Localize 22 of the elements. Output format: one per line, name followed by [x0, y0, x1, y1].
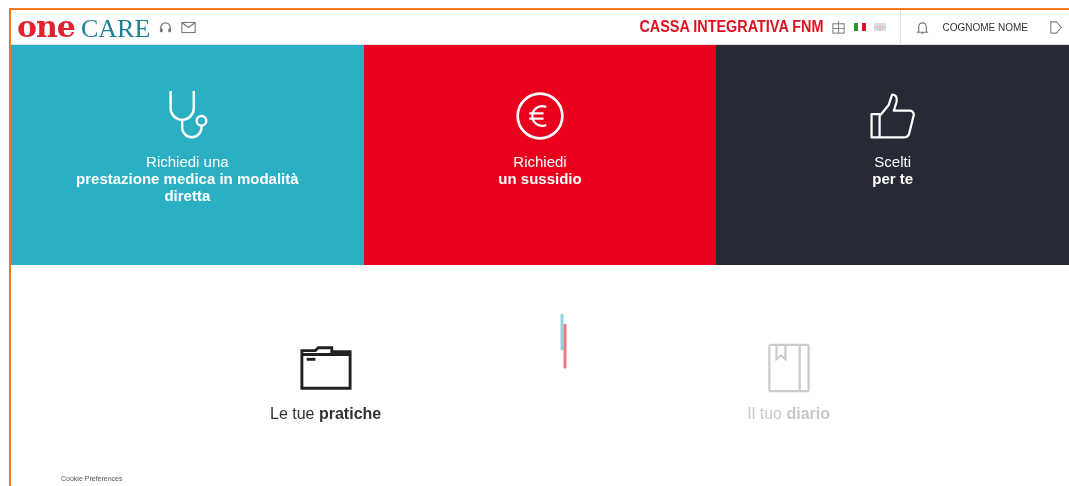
logo-care: CARE: [80, 16, 151, 42]
user-name[interactable]: COGNOME NOME: [942, 21, 1028, 33]
tile-title: Scelti: [874, 153, 911, 170]
tile-subtitle: per te: [872, 170, 914, 187]
loading-indicator-icon: [559, 313, 570, 369]
service-tile[interactable]: Richiedi un sussidio: [363, 45, 717, 265]
bell-icon[interactable]: [915, 19, 931, 35]
headset-icon[interactable]: [158, 19, 174, 35]
folder-icon[interactable]: [298, 343, 353, 393]
tile-title: Richiedi una: [146, 153, 229, 170]
building-icon: [831, 19, 847, 35]
service-tile[interactable]: Scelti per te: [716, 45, 1069, 265]
tile-subtitle: un sussidio: [498, 170, 582, 187]
section-link[interactable]: Le tue pratiche: [270, 405, 382, 423]
tile-subtitle: prestazione medica in modalità diretta: [75, 170, 300, 204]
italian-flag-icon[interactable]: [854, 23, 867, 31]
euro-icon: [515, 89, 565, 143]
organization-name: CASSA INTEGRATIVA FNM: [639, 18, 824, 36]
logout-icon[interactable]: [1048, 19, 1063, 35]
logo-one: one: [17, 12, 75, 42]
mail-icon[interactable]: [181, 19, 197, 35]
tile-title: Richiedi: [513, 153, 567, 170]
